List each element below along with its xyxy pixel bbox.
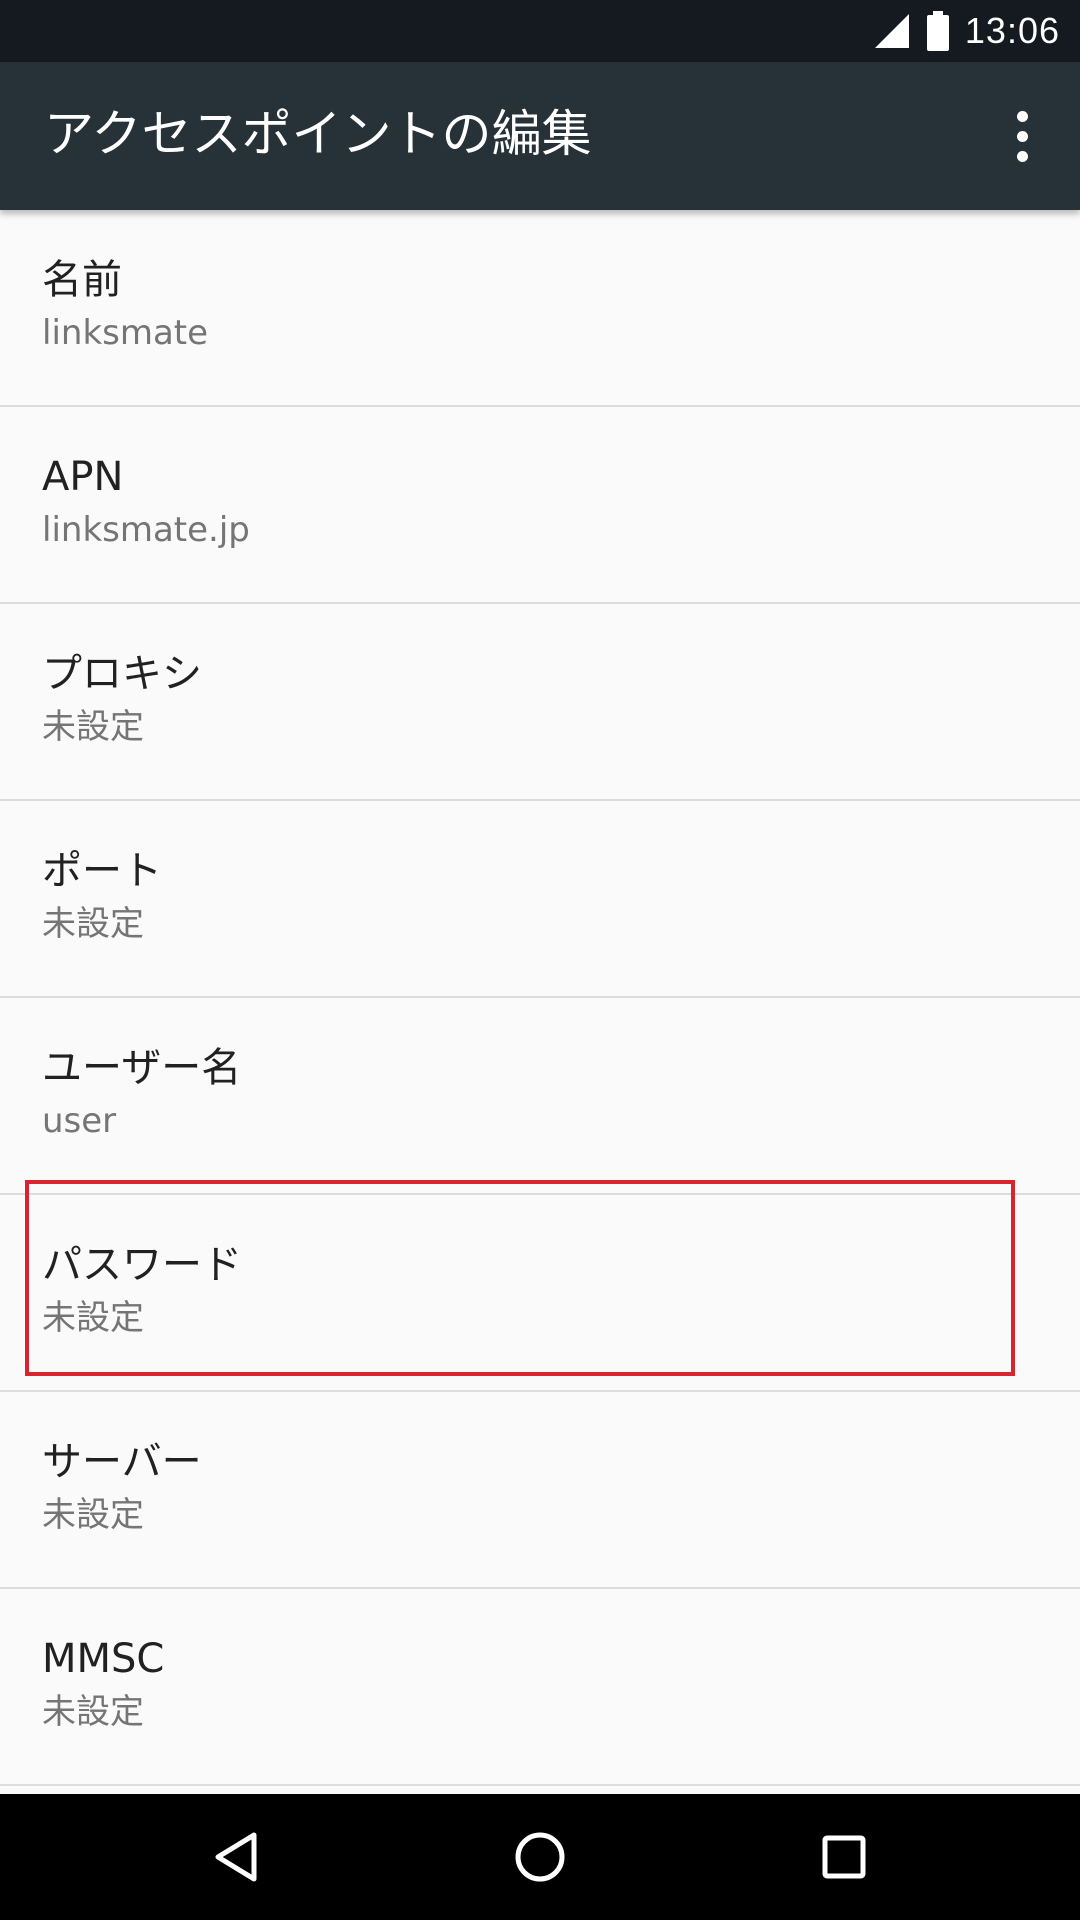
navigation-bar xyxy=(0,1794,1080,1920)
status-icons: 13:06 xyxy=(873,0,1060,62)
setting-value: user xyxy=(42,1101,117,1141)
app-bar: アクセスポイントの編集 xyxy=(0,62,1080,210)
more-vert-icon[interactable] xyxy=(994,106,1050,166)
setting-item-mmsc[interactable]: MMSC 未設定 xyxy=(0,1589,1080,1786)
setting-item-apn[interactable]: APN linksmate.jp xyxy=(0,407,1080,604)
status-time: 13:06 xyxy=(964,10,1060,51)
setting-title: ポート xyxy=(42,848,162,894)
setting-item-name[interactable]: 名前 linksmate xyxy=(0,210,1080,407)
recents-icon[interactable] xyxy=(804,1822,884,1892)
setting-value: linksmate xyxy=(42,313,209,353)
setting-value: linksmate.jp xyxy=(42,510,250,550)
setting-value: 未設定 xyxy=(42,1495,144,1535)
overflow-dot xyxy=(1016,110,1028,122)
setting-title: 名前 xyxy=(42,257,122,303)
setting-value: 未設定 xyxy=(42,1298,144,1338)
setting-item-proxy[interactable]: プロキシ 未設定 xyxy=(0,604,1080,801)
setting-item-server[interactable]: サーバー 未設定 xyxy=(0,1392,1080,1589)
page-title: アクセスポイントの編集 xyxy=(44,105,592,163)
setting-item-password[interactable]: パスワード 未設定 xyxy=(0,1195,1080,1392)
back-icon[interactable] xyxy=(196,1822,276,1892)
setting-item-username[interactable]: ユーザー名 user xyxy=(0,998,1080,1195)
setting-title: プロキシ xyxy=(42,651,202,697)
setting-value: 未設定 xyxy=(42,904,144,944)
setting-title: ユーザー名 xyxy=(42,1045,242,1091)
setting-title: パスワード xyxy=(42,1242,242,1288)
setting-item-port[interactable]: ポート 未設定 xyxy=(0,801,1080,998)
setting-value: 未設定 xyxy=(42,1692,144,1732)
setting-value: 未設定 xyxy=(42,707,144,747)
overflow-dot xyxy=(1016,130,1028,142)
status-bar: 13:06 xyxy=(0,0,1080,62)
home-icon[interactable] xyxy=(500,1822,580,1892)
battery-icon xyxy=(926,11,949,51)
signal-icon xyxy=(874,14,909,48)
setting-title: サーバー xyxy=(42,1439,202,1485)
apn-settings-list: 名前 linksmate APN linksmate.jp プロキシ 未設定 ポ… xyxy=(0,210,1080,1786)
setting-title: MMSC xyxy=(42,1636,165,1682)
overflow-dot xyxy=(1016,150,1028,162)
setting-title: APN xyxy=(42,454,124,500)
